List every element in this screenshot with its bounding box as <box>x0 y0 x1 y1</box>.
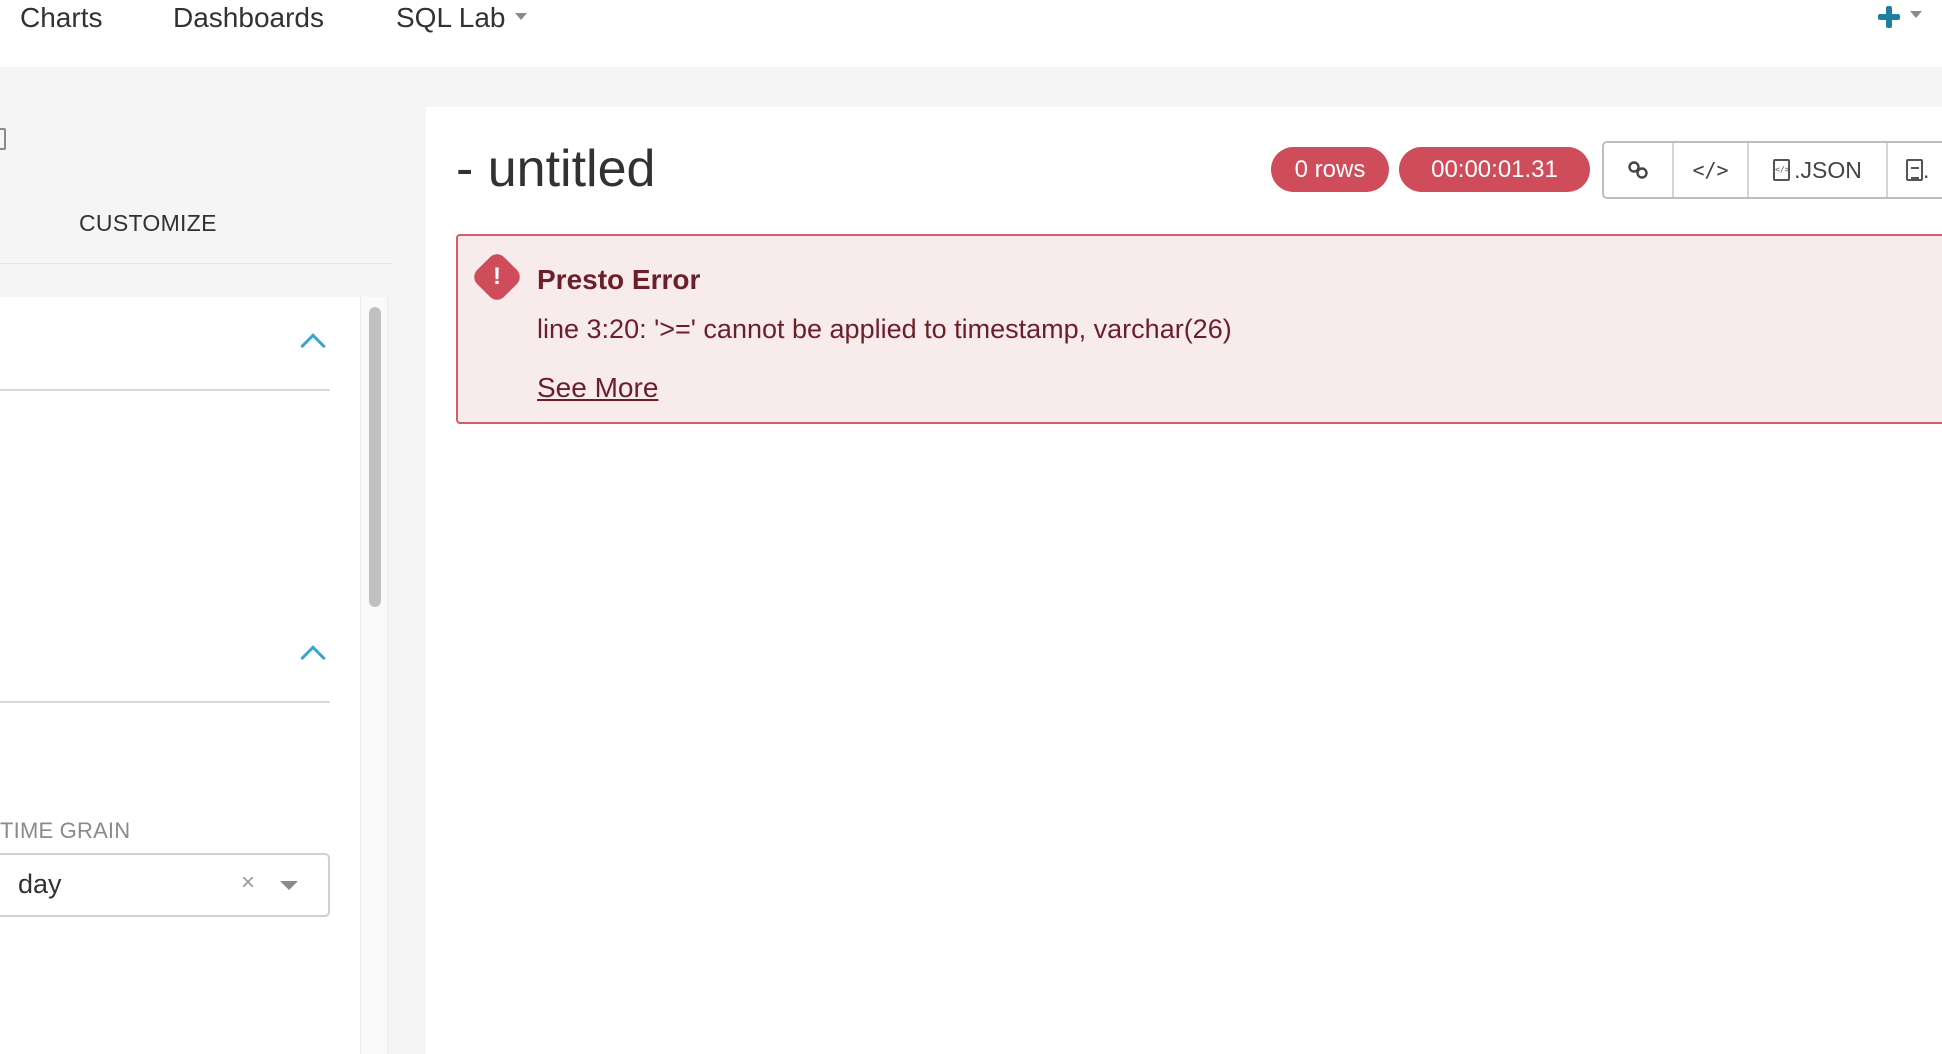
file-text-icon <box>1906 159 1923 181</box>
explore-control-panel: CUSTOMIZE TIME GRAIN day × <box>0 67 393 1054</box>
copy-link-button[interactable] <box>1604 143 1674 197</box>
controls-scroll-area: TIME GRAIN day × <box>0 297 362 1054</box>
chart-container: - untitled 0 rows 00:00:01.31 </> .JSON … <box>426 107 1942 1054</box>
file-code-icon <box>1773 159 1791 181</box>
see-more-link[interactable]: See More <box>537 372 658 404</box>
new-menu-button[interactable] <box>1878 2 1922 32</box>
row-count-badge: 0 rows <box>1271 147 1389 192</box>
tab-customize[interactable]: CUSTOMIZE <box>79 210 217 237</box>
control-section-header[interactable] <box>0 609 330 703</box>
error-alert: ! Presto Error line 3:20: '>=' cannot be… <box>456 234 1942 424</box>
chevron-down-icon[interactable] <box>280 881 298 890</box>
export-csv-label: . <box>1923 156 1930 183</box>
time-grain-select[interactable]: day × <box>0 853 330 917</box>
export-json-button[interactable]: .JSON <box>1749 143 1888 197</box>
scrollbar-thumb[interactable] <box>369 307 381 607</box>
query-timer-badge: 00:00:01.31 <box>1399 147 1590 192</box>
exclamation-glyph: ! <box>493 263 501 290</box>
chart-title[interactable]: - untitled <box>456 139 655 199</box>
scrollbar[interactable] <box>360 297 388 1054</box>
nav-charts[interactable]: Charts <box>20 0 102 36</box>
tabs-divider <box>0 263 393 264</box>
nav-dashboards[interactable]: Dashboards <box>173 0 324 36</box>
error-message: line 3:20: '>=' cannot be applied to tim… <box>537 314 1232 344</box>
top-navbar: Charts Dashboards SQL Lab <box>0 0 1942 67</box>
collapse-panel-icon[interactable] <box>0 128 6 150</box>
error-icon: ! <box>470 250 524 304</box>
time-grain-value: day <box>18 869 62 899</box>
code-icon: </> <box>1692 158 1729 182</box>
chevron-up-icon[interactable] <box>300 645 326 671</box>
link-icon <box>1628 161 1648 179</box>
chart-actions-toolbar: </> .JSON . <box>1602 141 1942 199</box>
chevron-down-icon <box>515 13 528 21</box>
chevron-down-icon <box>1910 10 1922 18</box>
export-csv-button[interactable]: . <box>1888 143 1942 197</box>
nav-sql-lab-label: SQL Lab <box>396 2 506 33</box>
plus-icon <box>1878 6 1900 28</box>
error-title: Presto Error <box>537 264 701 295</box>
embed-code-button[interactable]: </> <box>1674 143 1749 197</box>
export-json-label: .JSON <box>1794 156 1862 183</box>
control-section-header[interactable] <box>0 297 330 391</box>
chevron-up-icon[interactable] <box>300 333 326 359</box>
time-grain-label: TIME GRAIN <box>0 818 131 843</box>
nav-sql-lab[interactable]: SQL Lab <box>396 0 528 36</box>
clear-icon[interactable]: × <box>241 869 255 897</box>
